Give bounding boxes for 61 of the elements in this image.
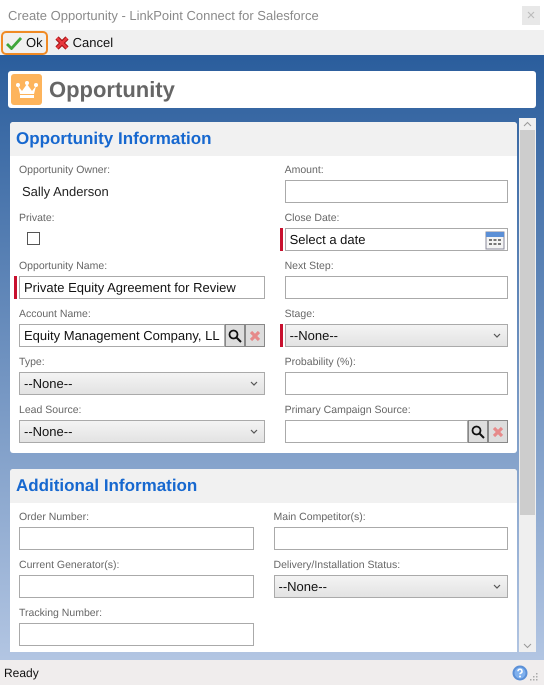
status-text: Ready <box>4 666 39 680</box>
scrollbar[interactable] <box>519 118 536 652</box>
resize-grip-icon[interactable] <box>530 672 538 680</box>
dropdown[interactable]: --None-- <box>19 420 265 443</box>
field-label: Current Generator(s): <box>19 558 120 572</box>
dropdown[interactable]: --None-- <box>274 575 508 598</box>
field-label: Primary Campaign Source: <box>284 403 412 417</box>
input-field[interactable] <box>284 276 508 299</box>
field-label: Probability (%): <box>284 355 357 369</box>
search-icon <box>228 328 242 342</box>
chevron-down-icon <box>493 333 501 338</box>
crown-icon <box>11 74 42 105</box>
help-icon[interactable] <box>512 664 528 680</box>
input-field[interactable]: Private Equity Agreement for Review <box>19 276 265 299</box>
field-label: Order Number: <box>19 510 90 524</box>
field-label: Account Name: <box>19 307 92 321</box>
chevron-up-icon[interactable] <box>523 121 532 127</box>
cancel-button[interactable]: Cancel <box>50 30 118 54</box>
field-label: Opportunity Owner: <box>19 163 112 177</box>
field-label: Next Step: <box>284 259 335 273</box>
input-field[interactable] <box>19 575 254 598</box>
field-label: Lead Source: <box>19 403 82 417</box>
chevron-down-icon <box>493 584 501 589</box>
chevron-down-icon <box>250 381 258 386</box>
chevron-down-icon <box>250 429 258 434</box>
input-field[interactable]: Equity Management Company, LL <box>19 324 225 347</box>
input-field[interactable] <box>284 420 468 443</box>
section-title: Additional Information <box>16 476 198 496</box>
field-value: Sally Anderson <box>21 183 109 201</box>
close-button[interactable] <box>522 6 540 24</box>
search-button[interactable] <box>224 324 245 347</box>
field-label: Stage: <box>284 307 316 321</box>
field-label: Amount: <box>284 163 325 177</box>
date-field[interactable]: Select a date <box>284 228 508 251</box>
field-label: Private: <box>19 211 56 225</box>
chevron-down-icon[interactable] <box>523 643 532 649</box>
field-label: Close Date: <box>284 211 340 225</box>
input-field[interactable] <box>284 372 508 395</box>
input-field[interactable] <box>19 527 254 550</box>
field-label: Tracking Number: <box>19 606 104 620</box>
check-icon <box>6 36 22 50</box>
cross-icon <box>248 330 261 342</box>
cross-icon <box>54 36 69 50</box>
search-icon <box>471 424 485 438</box>
checkbox[interactable] <box>27 232 40 245</box>
input-field[interactable] <box>274 527 508 550</box>
field-label: Type: <box>19 355 46 369</box>
window-title: Create Opportunity - LinkPoint Connect for Salesforce <box>8 8 319 22</box>
input-field[interactable] <box>19 623 254 646</box>
field-label: Main Competitor(s): <box>274 510 367 524</box>
field-label: Delivery/Installation Status: <box>274 558 402 572</box>
close-icon <box>527 11 535 19</box>
dropdown[interactable]: --None-- <box>19 372 265 395</box>
calendar-icon[interactable] <box>485 230 505 250</box>
dropdown[interactable]: --None-- <box>284 324 508 347</box>
section-title: Opportunity Information <box>16 129 212 149</box>
search-button[interactable] <box>468 420 488 443</box>
cross-icon <box>492 426 504 438</box>
page-title: Opportunity <box>49 76 175 102</box>
input-field[interactable] <box>284 180 508 203</box>
field-label: Opportunity Name: <box>19 259 108 273</box>
